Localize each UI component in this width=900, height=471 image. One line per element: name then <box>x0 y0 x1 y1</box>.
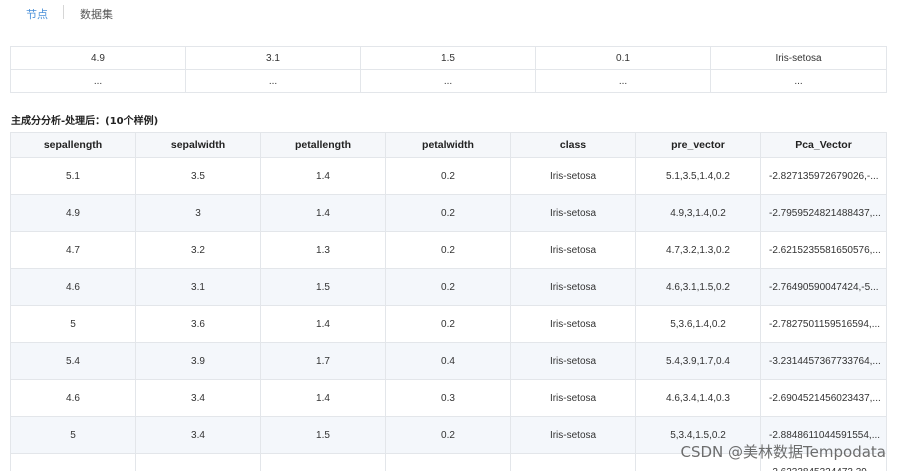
table-cell: 3.5 <box>135 157 261 195</box>
tab-datasets[interactable]: 数据集 <box>80 6 113 22</box>
table-cell <box>385 453 511 471</box>
table-cell: 0.2 <box>385 268 511 306</box>
table-cell: 4.9 <box>10 194 136 232</box>
table-cell: -3.2314457367733764,... <box>760 342 887 380</box>
table-cell: 0.2 <box>385 157 511 195</box>
table-cell: 3.4 <box>135 379 261 417</box>
table-cell: Iris-setosa <box>510 305 636 343</box>
table-cell: Iris-setosa <box>510 379 636 417</box>
table-cell: 0.2 <box>385 231 511 269</box>
table-cell: 5 <box>10 416 136 454</box>
table-cell: 0.4 <box>385 342 511 380</box>
table-cell: 0.2 <box>385 416 511 454</box>
table-cell: Iris-setosa <box>510 342 636 380</box>
table-cell: -2.827135972679026,-... <box>760 157 887 195</box>
table-cell: 3.1 <box>185 46 361 70</box>
table-cell: 0.3 <box>385 379 511 417</box>
table-cell: 5.1,3.5,1.4,0.2 <box>635 157 761 195</box>
table-cell: ... <box>360 69 536 93</box>
table-cell: 3.4 <box>135 416 261 454</box>
previous-data-table: 4.9 3.1 1.5 0.1 Iris-setosa............... <box>10 46 887 93</box>
table-cell: 5 <box>10 305 136 343</box>
table-row: 5.4 3.9 1.7 0.4 Iris-setosa 5.4,3.9,1.7,0.4 -3… <box>10 342 887 380</box>
table-cell: ... <box>185 69 361 93</box>
table-cell: 5.1 <box>10 157 136 195</box>
table-cell: 4.6 <box>10 268 136 306</box>
column-header: Pca_Vector <box>760 132 887 158</box>
table-cell: 4.9 <box>10 46 186 70</box>
tab-nodes[interactable]: 节点 <box>26 6 48 22</box>
pca-result-table: sepallength sepalwidth petallength petalwid… <box>10 132 887 471</box>
table-row: ............... <box>10 69 887 93</box>
column-header: sepallength <box>10 132 136 158</box>
table-cell: Iris-setosa <box>510 231 636 269</box>
table-cell: 3.2 <box>135 231 261 269</box>
table-cell: 4.6 <box>10 379 136 417</box>
table-cell: Iris-setosa <box>710 46 887 70</box>
table-cell: 5,3.6,1.4,0.2 <box>635 305 761 343</box>
table-cell: 3 <box>135 194 261 232</box>
table-cell <box>260 453 386 471</box>
watermark: CSDN @美林数据Tempodata <box>680 443 886 461</box>
table-cell: 5.4 <box>10 342 136 380</box>
table-cell: Iris-setosa <box>510 416 636 454</box>
table-cell: 1.4 <box>260 305 386 343</box>
table-cell: 1.3 <box>260 231 386 269</box>
table-cell: 3.1 <box>135 268 261 306</box>
table-row: 4.9 3 1.4 0.2 Iris-setosa 4.9,3,1.4,0.2 -2.795… <box>10 194 887 232</box>
table-row: 4.9 3.1 1.5 0.1 Iris-setosa <box>10 46 887 70</box>
table-cell: 3.6 <box>135 305 261 343</box>
table-row: 4.7 3.2 1.3 0.2 Iris-setosa 4.7,3.2,1.3,0.2 -2… <box>10 231 887 269</box>
table-header-row: sepallength sepalwidth petallength petalwid… <box>10 132 887 158</box>
table-cell: 4.6,3.1,1.5,0.2 <box>635 268 761 306</box>
table-cell: Iris-setosa <box>510 194 636 232</box>
table-cell: 3.9 <box>135 342 261 380</box>
table-cell: 1.4 <box>260 194 386 232</box>
table-cell: -2.7827501159516594,... <box>760 305 887 343</box>
table-cell: 1.4 <box>260 157 386 195</box>
table-cell: Iris-setosa <box>510 157 636 195</box>
table-cell: 5.4,3.9,1.7,0.4 <box>635 342 761 380</box>
column-header: petalwidth <box>385 132 511 158</box>
table-row: 5 3.6 1.4 0.2 Iris-setosa 5,3.6,1.4,0.2 -2.782… <box>10 305 887 343</box>
table-cell: 1.5 <box>260 268 386 306</box>
tab-divider <box>63 5 64 19</box>
table-cell: 0.2 <box>385 194 511 232</box>
section-title: 主成分分析-处理后：(10个样例) <box>11 116 159 127</box>
column-header: class <box>510 132 636 158</box>
table-cell: 1.5 <box>360 46 536 70</box>
table-cell: -2.7959524821488437,... <box>760 194 887 232</box>
table-cell: 1.4 <box>260 379 386 417</box>
table-cell: 0.1 <box>535 46 711 70</box>
table-cell: ... <box>710 69 887 93</box>
table-cell: 1.5 <box>260 416 386 454</box>
table-row: 4.6 3.4 1.4 0.3 Iris-setosa 4.6,3.4,1.4,0.3 -2… <box>10 379 887 417</box>
table-cell <box>10 453 136 471</box>
table-cell: 4.9,3,1.4,0.2 <box>635 194 761 232</box>
table-cell: 4.7 <box>10 231 136 269</box>
table-cell: -2.76490590047424,-5... <box>760 268 887 306</box>
table-cell <box>510 453 636 471</box>
table-cell: 0.2 <box>385 305 511 343</box>
column-header: sepalwidth <box>135 132 261 158</box>
table-row: 5.1 3.5 1.4 0.2 Iris-setosa 5.1,3.5,1.4,0.2 -2… <box>10 157 887 195</box>
column-header: petallength <box>260 132 386 158</box>
column-header: pre_vector <box>635 132 761 158</box>
table-cell: ... <box>535 69 711 93</box>
table-cell: 4.7,3.2,1.3,0.2 <box>635 231 761 269</box>
table-cell: 4.6,3.4,1.4,0.3 <box>635 379 761 417</box>
table-cell <box>135 453 261 471</box>
table-cell: Iris-setosa <box>510 268 636 306</box>
table-cell: -2.6904521456023437,... <box>760 379 887 417</box>
tab-bar: 节点 数据集 <box>0 0 900 24</box>
table-row: 4.6 3.1 1.5 0.2 Iris-setosa 4.6,3.1,1.5,0.2 -2… <box>10 268 887 306</box>
table-cell: -2.6215235581650576,... <box>760 231 887 269</box>
table-cell: ... <box>10 69 186 93</box>
table-cell: 1.7 <box>260 342 386 380</box>
